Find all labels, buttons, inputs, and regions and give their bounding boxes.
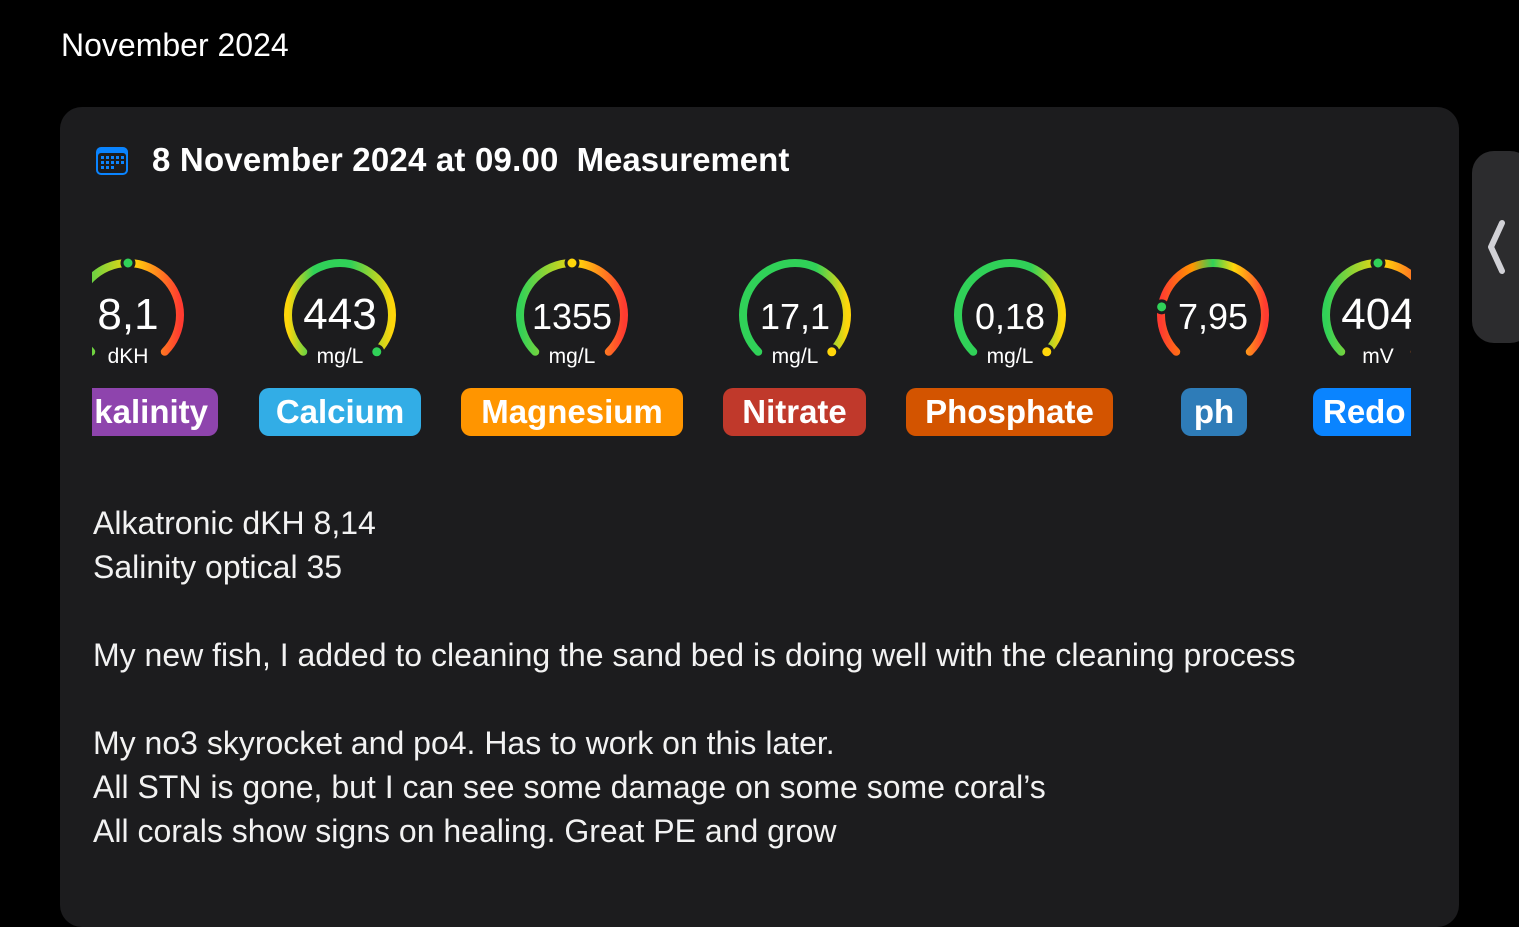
gauge-value: 0,18 (975, 296, 1045, 337)
gauge-indicator-dot (824, 344, 840, 360)
gauge-indicator-dot (1039, 344, 1055, 360)
gauge-value: 404 (1341, 290, 1411, 339)
gauge-nitrate[interactable]: 17,1 mg/L (739, 259, 851, 368)
notes-line: Salinity optical 35 (93, 549, 343, 585)
entry-kind-label: Measurement (576, 141, 790, 178)
parameter-gauge-strip[interactable]: 8,1 dKH 443 mg/L 1355 mg/L 17,1 mg/L 0,18 mg/L 7,9… (92, 243, 1411, 443)
gauge-unit: mg/L (772, 345, 819, 368)
gauge-indicator-dot (564, 255, 580, 271)
gauge-unit: mV (1362, 345, 1394, 368)
gauge-ph[interactable]: 7,95 (1154, 259, 1269, 356)
entry-date-title: 8 November 2024 at 09.00 (152, 141, 559, 178)
entry-notes: Alkatronic dKH 8,14 Salinity optical 35 My… (93, 501, 1296, 853)
gauge-indicator-dot (1370, 255, 1386, 271)
gauge-calcium[interactable]: 443 mg/L (284, 259, 396, 368)
notes-line: My no3 skyrocket and po4. Has to work on… (93, 725, 835, 761)
parameter-pill-alkalinity[interactable]: kalinity (92, 388, 218, 436)
parameter-pill-phosphate[interactable]: Phosphate (906, 388, 1113, 436)
gauge-value: 17,1 (760, 296, 830, 337)
notes-line: All STN is gone, but I can see some dama… (93, 769, 1046, 805)
notes-line: Alkatronic dKH 8,14 (93, 505, 376, 541)
month-header: November 2024 (61, 27, 289, 63)
parameter-pill-magnesium[interactable]: Magnesium (461, 388, 683, 436)
gauge-unit: mg/L (549, 345, 596, 368)
measurement-entry-card[interactable]: 8 November 2024 at 09.00 Measurement 8,1… (60, 107, 1459, 927)
gauge-alkalinity[interactable]: 8,1 dKH (92, 255, 184, 368)
gauge-redox[interactable]: 404 mV (1322, 255, 1411, 368)
gauge-phosphate[interactable]: 0,18 mg/L (954, 259, 1066, 368)
parameter-pill-ph[interactable]: ph (1181, 388, 1247, 436)
parameter-pill-calcium[interactable]: Calcium (259, 388, 421, 436)
notes-blank-line (93, 589, 1296, 633)
notes-blank-line (93, 677, 1296, 721)
notes-line: All corals show signs on healing. Great … (93, 813, 837, 849)
gauge-value: 1355 (532, 296, 612, 337)
gauge-unit: mg/L (987, 345, 1034, 368)
gauge-magnesium[interactable]: 1355 mg/L (516, 255, 628, 368)
gauge-indicator-dot (1154, 299, 1170, 315)
parameter-pill-redox[interactable]: Redo (1313, 388, 1411, 436)
parameter-pill-nitrate[interactable]: Nitrate (723, 388, 866, 436)
side-panel-tab[interactable] (1472, 151, 1519, 343)
gauge-unit: mg/L (317, 345, 364, 368)
gauge-value: 443 (303, 290, 376, 339)
gauge-unit: dKH (108, 345, 149, 368)
gauge-value: 7,95 (1178, 296, 1248, 337)
entry-header: 8 November 2024 at 09.00 Measurement (94, 140, 789, 180)
gauge-indicator-dot (369, 344, 385, 360)
calendar-icon (96, 147, 128, 175)
gauge-value: 8,1 (97, 290, 158, 339)
chevron-left-icon (1488, 220, 1505, 274)
notes-line: My new fish, I added to cleaning the san… (93, 637, 1296, 673)
gauge-indicator-dot (120, 255, 136, 271)
